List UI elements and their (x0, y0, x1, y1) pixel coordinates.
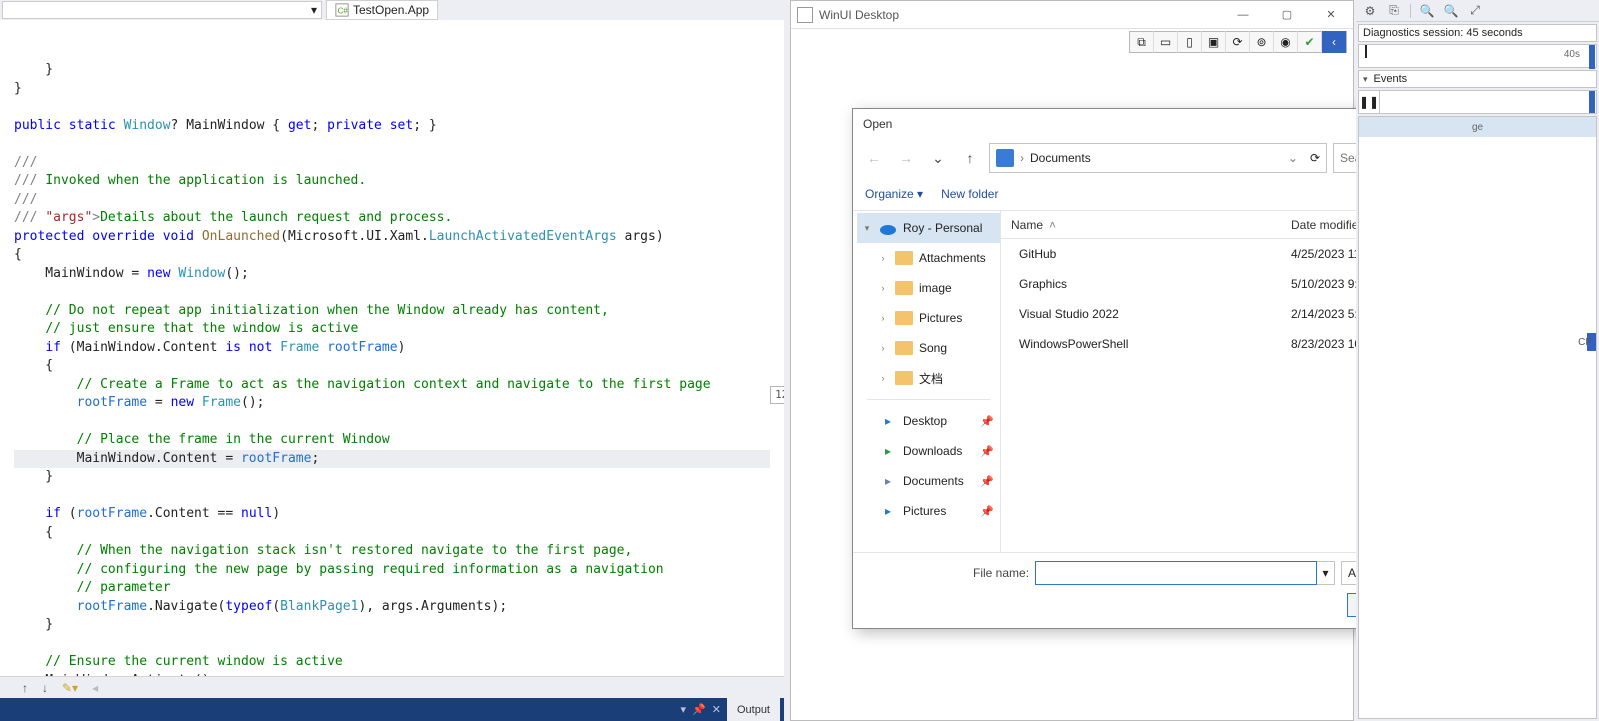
member-nav-dropdown[interactable]: ▾ (2, 1, 322, 19)
chevron-down-icon[interactable]: ⌄ (1288, 151, 1298, 165)
winui-titlebar: WinUI Desktop — ▢ ✕ (791, 1, 1353, 29)
display-layout-icon[interactable]: ▯ (1178, 31, 1202, 53)
organize-menu[interactable]: Organize ▾ (865, 187, 923, 201)
folder-tree[interactable]: ▾Roy - Personal›Attachments›image›Pictur… (853, 211, 1001, 552)
file-tab-label: TestOpen.App (353, 3, 429, 17)
reset-zoom-icon[interactable]: ⤢ (1465, 2, 1485, 20)
forward-button[interactable]: → (893, 145, 919, 171)
tab-dropdown-icon[interactable]: ▾ (681, 703, 687, 716)
diag-timeline[interactable]: 40s (1358, 44, 1597, 68)
filename-label: File name: (973, 566, 1029, 580)
close-button[interactable]: ✕ (1309, 1, 1353, 29)
tree-item[interactable]: ›image (857, 273, 1000, 303)
diag-toolbar: ⚙ ⎘ 🔍 🔍 ⤢ (1356, 0, 1599, 22)
app-icon (797, 7, 813, 23)
col-name[interactable]: Name ˄ (1001, 218, 1281, 232)
zoom-out-icon[interactable]: 🔍 (1441, 2, 1461, 20)
diag-col-hint: ge (1472, 122, 1483, 133)
diag-detail-area: ge CP (1358, 116, 1597, 719)
binding-icon[interactable]: ⊚ (1250, 31, 1274, 53)
breadcrumb-item[interactable]: Documents (1030, 151, 1091, 165)
nav-up-icon[interactable]: ↑ (22, 681, 28, 695)
accessibility-icon[interactable]: ◉ (1274, 31, 1298, 53)
recent-chevron-icon[interactable]: ⌄ (925, 145, 951, 171)
pause-button[interactable]: ❚❚ (1358, 90, 1380, 114)
line-number-badge: 123 (770, 386, 784, 404)
close-icon[interactable]: ✕ (712, 703, 721, 716)
gear-icon[interactable]: ⚙ (1360, 2, 1380, 20)
diagnostics-panel: ⚙ ⎘ 🔍 🔍 ⤢ Diagnostics session: 45 second… (1356, 0, 1599, 721)
chevron-right-icon: › (1020, 151, 1024, 165)
new-folder-button[interactable]: New folder (941, 187, 998, 201)
refresh-icon[interactable]: ⟳ (1310, 151, 1320, 165)
live-visual-tree-icon[interactable]: ⧉ (1130, 31, 1154, 53)
pin-icon[interactable]: 📌 (692, 703, 706, 716)
chevron-down-icon: ▾ (311, 3, 317, 17)
timeline-cursor[interactable] (1589, 45, 1595, 69)
collapse-toolbar-icon[interactable]: ‹ (1322, 31, 1346, 53)
tree-item[interactable]: ›Attachments (857, 243, 1000, 273)
tree-item[interactable]: ›Pictures (857, 303, 1000, 333)
ide-status-bar: ▾ 📌 ✕ Output (0, 698, 784, 721)
diag-session-label: Diagnostics session: 45 seconds (1358, 24, 1597, 42)
diag-col-hint2: CP (1578, 337, 1592, 348)
quick-access-item[interactable]: ▸Downloads📌 (857, 436, 1000, 466)
output-panel-tab[interactable]: Output (727, 698, 780, 721)
svg-text:C#: C# (338, 7, 349, 16)
select-element-icon[interactable]: ▭ (1154, 31, 1178, 53)
timeline-tick: 40s (1564, 49, 1580, 60)
csharp-file-icon: C# (335, 3, 349, 17)
back-button[interactable]: ← (861, 145, 887, 171)
filename-input[interactable] (1035, 561, 1317, 585)
chevron-down-icon: ▾ (917, 187, 923, 201)
maximize-button[interactable]: ▢ (1265, 1, 1309, 29)
filename-dropdown-icon[interactable]: ▾ (1317, 561, 1335, 585)
ide-pane: ▾ C# TestOpen.App }} public static Windo… (0, 0, 784, 721)
dialog-title: Open (863, 117, 892, 131)
events-track: ❚❚ (1358, 90, 1597, 114)
export-icon[interactable]: ⎘ (1384, 2, 1404, 20)
drive-icon (996, 149, 1014, 167)
file-tab[interactable]: C# TestOpen.App (326, 0, 438, 20)
apply-icon[interactable]: ✔ (1298, 31, 1322, 53)
zoom-in-icon[interactable]: 🔍 (1417, 2, 1437, 20)
breadcrumb[interactable]: › Documents ⌄ ⟳ (989, 143, 1327, 173)
quick-access-item[interactable]: ▸Desktop📌 (857, 406, 1000, 436)
winui-title: WinUI Desktop (819, 8, 899, 22)
quick-access-item[interactable]: ▸Documents📌 (857, 466, 1000, 496)
pencil-icon[interactable]: ✎▾ (62, 681, 78, 695)
track-focus-icon[interactable]: ▣ (1202, 31, 1226, 53)
ide-tabbar: ▾ C# TestOpen.App (0, 0, 784, 20)
editor-footer: ↑ ↓ ✎▾ ◂ (0, 676, 784, 698)
events-header[interactable]: ▾ Events (1358, 70, 1597, 88)
chevron-down-icon: ▾ (1363, 74, 1368, 85)
nav-prev-icon[interactable]: ◂ (92, 681, 98, 695)
up-button[interactable]: ↑ (957, 145, 983, 171)
tree-root[interactable]: ▾Roy - Personal (857, 213, 1000, 243)
hotreload-icon[interactable]: ⟳ (1226, 31, 1250, 53)
tree-item[interactable]: ›Song (857, 333, 1000, 363)
events-lane[interactable] (1380, 90, 1597, 114)
tree-item[interactable]: ›文档 (857, 363, 1000, 393)
minimize-button[interactable]: — (1221, 1, 1265, 29)
xaml-debug-toolbar: ⧉ ▭ ▯ ▣ ⟳ ⊚ ◉ ✔ ‹ (791, 29, 1353, 55)
code-editor[interactable]: }} public static Window? MainWindow { ge… (0, 20, 784, 676)
quick-access-item[interactable]: ▸Pictures📌 (857, 496, 1000, 526)
nav-down-icon[interactable]: ↓ (42, 681, 48, 695)
sort-asc-icon: ˄ (1049, 218, 1056, 232)
tree-separator (867, 399, 990, 400)
